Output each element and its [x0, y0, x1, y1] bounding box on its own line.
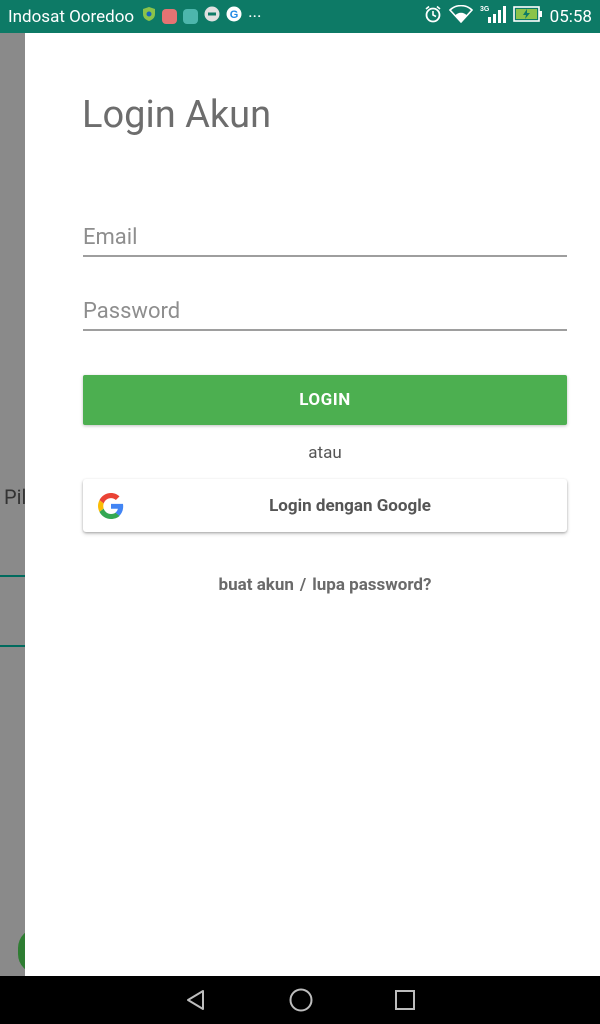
status-bar: Indosat Ooredoo G ··· 3G 05:58: [0, 0, 600, 33]
app-notification-icon: [204, 6, 220, 27]
svg-text:G: G: [230, 9, 239, 21]
account-links: buat akun / lupa password?: [83, 575, 567, 595]
link-separator: /: [299, 575, 307, 595]
mail-app-icon: [162, 9, 178, 24]
signal-icon: 3G: [480, 4, 506, 29]
carrier-name: Indosat Ooredoo: [8, 6, 135, 27]
create-account-link[interactable]: buat akun: [219, 575, 294, 595]
more-notifications-icon: ···: [248, 6, 262, 27]
password-field[interactable]: [83, 289, 567, 329]
password-field-container: [83, 289, 567, 331]
svg-text:3G: 3G: [480, 6, 490, 13]
page-title: Login Akun: [82, 93, 272, 137]
google-notification-icon: G: [226, 6, 242, 27]
google-login-label: Login dengan Google: [269, 495, 431, 516]
email-field-container: [83, 215, 567, 257]
forgot-password-link[interactable]: lupa password?: [312, 575, 431, 595]
background-divider: [0, 575, 26, 577]
login-panel: Login Akun LOGIN atau Login dengan Googl…: [25, 33, 600, 976]
battery-charging-icon: [512, 6, 543, 27]
google-login-button[interactable]: Login dengan Google: [83, 479, 567, 532]
navigation-bar: [0, 976, 600, 1024]
cloud-app-icon: [183, 9, 199, 24]
shield-icon: [142, 6, 156, 27]
recents-square-icon[interactable]: [394, 989, 416, 1011]
wifi-icon: [448, 4, 473, 28]
clock: 05:58: [549, 6, 592, 27]
background-divider: [0, 645, 26, 647]
alarm-icon: [424, 5, 442, 28]
notification-icons: G ···: [142, 6, 261, 27]
back-triangle-icon[interactable]: [184, 988, 208, 1012]
email-field[interactable]: [83, 215, 567, 255]
background-partial-text: Pil: [4, 485, 27, 509]
separator-text: atau: [308, 443, 342, 463]
login-button[interactable]: LOGIN: [83, 375, 567, 425]
home-circle-icon[interactable]: [288, 987, 314, 1013]
